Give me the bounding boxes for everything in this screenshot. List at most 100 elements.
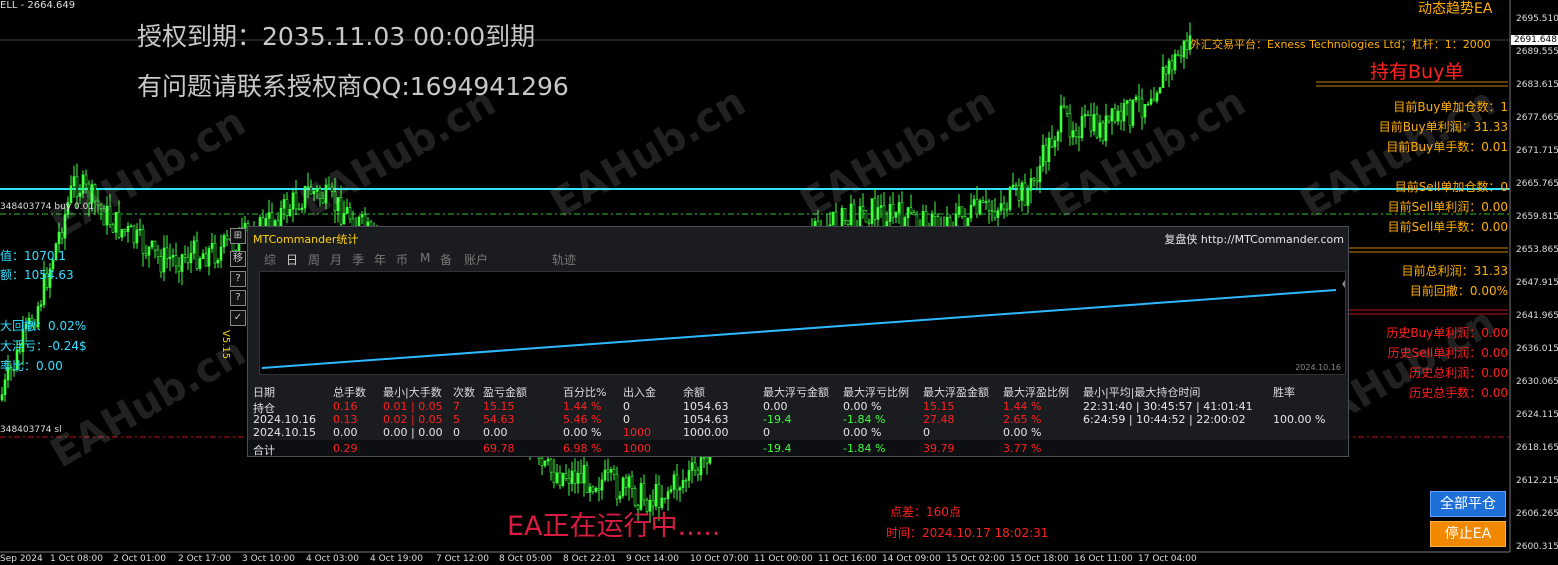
column-header: 出入金 [623,386,656,399]
candle-body [39,304,43,307]
candle-body [210,243,214,249]
candle-body [1095,113,1099,138]
column-header: 余额 [683,386,705,399]
candle-body [693,462,697,471]
candle-body [642,483,646,501]
table-cell: 54.63 [483,413,515,426]
candle-body [1110,108,1114,122]
candle-body [861,206,865,211]
time-tick: 11 Oct 16:00 [818,554,877,564]
candle-body [984,201,988,203]
candle-body [1116,110,1120,122]
price-tick: 2636.015 [1516,344,1558,354]
candle-body [1035,179,1039,183]
balance-line [261,289,1337,369]
candle-body [1074,130,1078,138]
candle-body [285,199,289,216]
price-tick: 2612.215 [1516,476,1558,486]
candle-body [702,457,706,459]
candle-body [972,199,976,206]
ea-running-status: EA正在运行中..... [507,511,721,542]
candle-body [120,229,124,238]
candle-body [633,488,637,506]
candle-body [1119,110,1123,122]
candle-body [999,203,1003,211]
stat-row: 目前Buy单加仓数：1 [1393,100,1508,114]
candle-body [216,259,220,264]
collapse-icon[interactable]: ✓ [230,310,246,326]
candle-body [1059,105,1063,133]
total-cell: 合计 [253,444,275,457]
candle-body [3,379,7,396]
candle-body [1032,178,1036,181]
candle-body [1104,115,1108,141]
stats-tab[interactable]: 备 [440,251,452,268]
stats-tab[interactable]: 周 [308,251,320,268]
candle-body [195,240,199,269]
table-cell: 5.46 % [563,413,602,426]
candle-body [978,200,982,215]
stats-tab[interactable]: 季 [352,251,364,268]
candle-body [1089,115,1093,132]
stats-tab[interactable]: 综 [264,251,276,268]
candle-body [1182,40,1186,58]
stat-row: 历史总利润：0.00 [1409,366,1508,380]
help-button[interactable]: ? [230,271,246,287]
candle-body [297,208,301,211]
candle-body [1086,114,1090,116]
candle-body [162,247,166,273]
candle-body [1101,122,1105,141]
stats-tab[interactable]: 轨迹 [552,251,576,268]
price-tick: 2653.865 [1516,245,1558,255]
candle-body [582,464,586,484]
stats-link[interactable]: 复盘侠 http://MTCommander.com [1164,231,1344,247]
candle-body [570,470,574,484]
move-button[interactable]: 移 [230,251,246,267]
time-tick: 3 Oct 10:00 [242,554,295,564]
candle-body [1125,100,1129,104]
price-tick: 2659.815 [1516,212,1558,222]
candle-body [168,256,172,260]
candle-body [267,212,271,219]
candle-body [129,225,133,228]
stats-tab[interactable]: 日 [286,251,298,268]
candle-body [153,240,157,251]
move-handle-icon[interactable]: ⊞ [230,228,246,244]
stop-ea-button[interactable]: 停止EA [1430,521,1506,547]
candle-body [630,476,634,489]
column-header: 最大浮盈比例 [1003,386,1069,399]
candle-body [543,460,547,466]
table-cell: 0.02 | 0.05 [383,413,443,426]
candle-body [1185,40,1189,50]
candle-body [1137,96,1141,100]
stats-tab[interactable]: 币 [396,251,408,268]
column-header: 最大浮盈金额 [923,386,989,399]
candle-body [624,477,628,488]
candle-body [1017,184,1021,201]
candle-body [1128,100,1132,126]
stats-tab[interactable]: 账户 [464,251,488,268]
candle-body [894,212,898,218]
candle-body [909,207,913,213]
table-cell: 100.00 % [1273,413,1326,426]
candle-body [360,214,364,218]
candle-body [1023,182,1027,206]
stats-tab[interactable]: M [420,251,430,265]
table-cell: 0.00 % [563,426,602,439]
candle-body [135,229,139,244]
price-tick: 2671.715 [1516,146,1558,156]
table-cell: 15.15 [923,400,955,413]
candle-body [891,204,895,218]
close-all-button[interactable]: 全部平仓 [1430,491,1506,517]
candle-body [1149,98,1153,105]
stat-row: 历史Buy单利润：0.00 [1386,326,1508,340]
candle-body [219,246,223,261]
candle-body [546,458,550,462]
table-cell: 5 [453,413,460,426]
candle-body [1164,66,1168,75]
help-button[interactable]: ? [230,290,246,306]
table-cell: 0.00 % [1003,426,1042,439]
stats-tab[interactable]: 月 [330,251,342,268]
stats-tab[interactable]: 年 [374,251,386,268]
price-tick: 2695.510 [1516,14,1558,24]
